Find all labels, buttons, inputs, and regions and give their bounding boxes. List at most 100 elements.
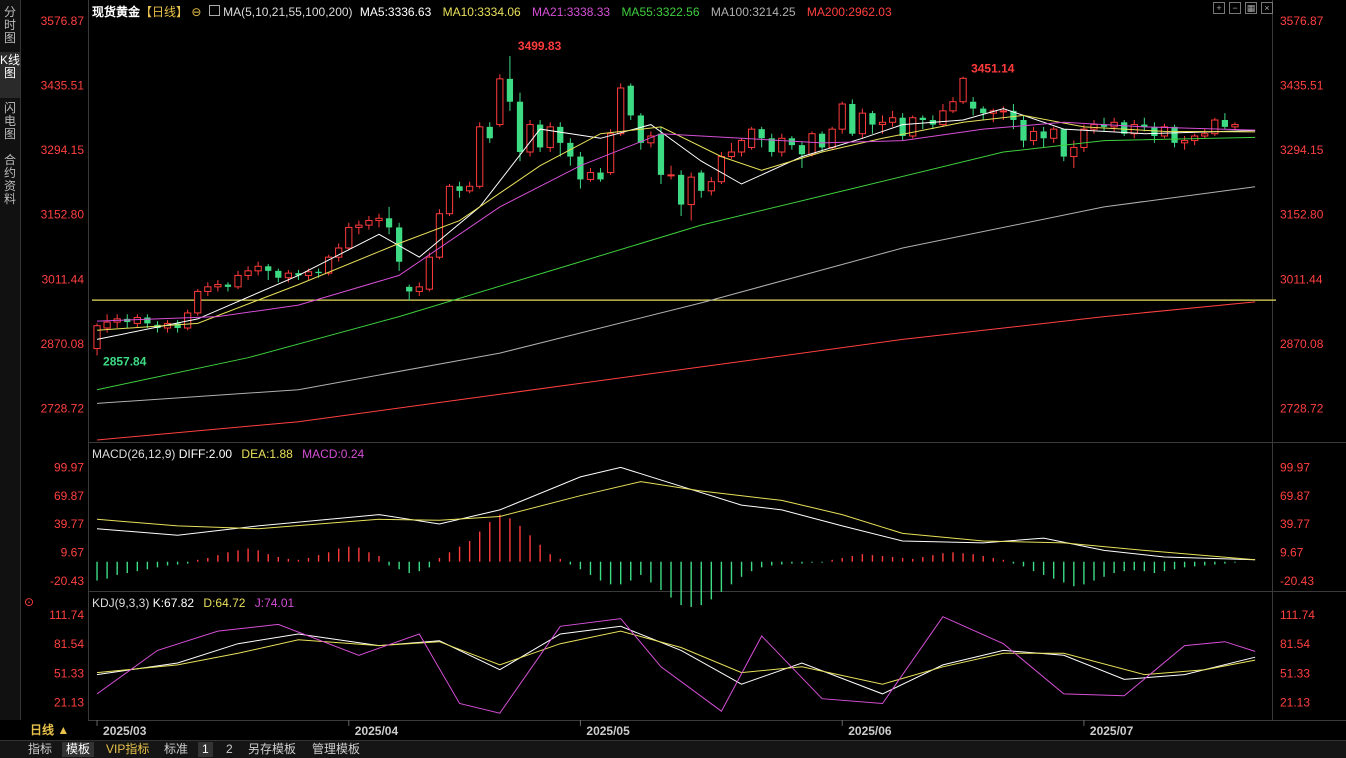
candle-body-up	[717, 156, 726, 183]
candle-body-up	[466, 185, 474, 192]
price-axis-label-right: 3294.15	[1280, 143, 1324, 157]
expand-icon[interactable]: ⊖	[191, 5, 201, 19]
candle-body-down	[627, 85, 634, 116]
candle-body-up	[858, 112, 866, 135]
candle-body-down	[818, 133, 826, 148]
kdj-title[interactable]: KDJ(9,3,3)	[92, 596, 149, 610]
close-icon[interactable]: ×	[1261, 2, 1273, 14]
kdj-d-line	[96, 630, 1256, 685]
tab-standard[interactable]: 标准	[160, 742, 192, 757]
candle-body-up	[1070, 146, 1078, 158]
price-axis-label-left: 3294.15	[41, 143, 85, 157]
period-selector[interactable]: 日线 ▲	[22, 722, 88, 739]
zoom-out-icon[interactable]: −	[1229, 2, 1241, 14]
kdj-axis-label-right: 21.13	[1280, 695, 1310, 709]
candle-body-up	[375, 217, 383, 222]
candle-body-down	[265, 266, 272, 271]
price-annotation-low: 2857.84	[103, 355, 147, 369]
tab-vip-indicators[interactable]: VIP指标	[102, 742, 153, 757]
kdj-j: J:74.01	[254, 596, 295, 610]
ma5-value: MA5:3336.63	[359, 5, 432, 19]
macd-axis-label-right: 99.97	[1280, 460, 1310, 474]
candle-body-up	[727, 151, 736, 158]
macd-panel	[96, 466, 1256, 607]
ma21-line	[96, 121, 1256, 322]
zoom-in-icon[interactable]: +	[1213, 2, 1225, 14]
candle-body-up	[93, 325, 101, 350]
candle-body-down	[657, 133, 665, 175]
candle-body-down	[698, 172, 705, 191]
macd-value: MACD:0.24	[302, 447, 365, 461]
tab-page-1[interactable]: 1	[198, 742, 213, 757]
layout-icon[interactable]: ▦	[1245, 2, 1257, 14]
candle-body-down	[577, 156, 584, 180]
kdj-header: KDJ(9,3,3) K:67.82 D:64.72 J:74.01	[92, 596, 294, 610]
kdj-panel	[96, 616, 1256, 714]
candle-body-up	[617, 87, 625, 135]
price-axis-label-left: 2870.08	[41, 337, 85, 351]
candle-body-down	[557, 126, 564, 143]
candle-body-down	[919, 117, 926, 120]
time-axis-label: 2025/05	[586, 724, 630, 738]
kdj-marker-icon[interactable]: ⊙	[24, 595, 34, 609]
candle-body-up	[133, 316, 141, 324]
tab-templates[interactable]: 模板	[62, 742, 95, 757]
ma-params[interactable]: MA(5,10,21,55,100,200)	[223, 5, 352, 19]
candle-body-up	[1080, 128, 1088, 148]
price-annotation-high2: 3451.14	[971, 61, 1015, 75]
kdj-axis-label-right: 51.33	[1280, 666, 1310, 680]
candle-body-down	[174, 323, 181, 328]
candle-body-up	[737, 140, 746, 153]
candle-body-up	[707, 181, 715, 192]
candle-body-up	[476, 126, 484, 187]
candle-body-down	[275, 270, 282, 278]
kline-chart[interactable]: 3576.87 3576.87 3435.51 3435.51 3294.15 3294.…	[0, 0, 1346, 740]
candle-body-down	[406, 286, 413, 292]
price-axis-label-right: 2728.72	[1280, 402, 1324, 416]
instrument-name: 现货黄金	[92, 5, 141, 19]
candle-body-up	[526, 124, 534, 153]
candle-body-up	[878, 121, 887, 126]
macd-axis-label-right: 69.87	[1280, 489, 1310, 503]
candle-body-up	[586, 172, 595, 180]
macd-axis-label-right: 39.77	[1280, 517, 1310, 531]
kdj-k-line	[96, 625, 1256, 695]
manage-templates-button[interactable]: 管理模板	[308, 742, 364, 757]
macd-diff: DIFF:2.00	[178, 447, 233, 461]
kdj-axis-label-left: 51.33	[54, 666, 84, 680]
macd-title[interactable]: MACD(26,12,9)	[92, 447, 175, 461]
candle-body-down	[456, 186, 463, 191]
candle-body-down	[758, 129, 765, 139]
candle-body-up	[959, 77, 967, 103]
kdj-axis-label-left: 21.13	[54, 695, 84, 709]
ma55-value: MA55:3322.56	[621, 5, 700, 19]
macd-axis-label-left: 39.77	[54, 517, 84, 531]
candle-body-up	[284, 272, 292, 279]
kdj-d: D:64.72	[203, 596, 246, 610]
candle-series	[93, 56, 1239, 356]
ma200-value: MA200:2962.03	[806, 5, 892, 19]
candle-body-down	[1040, 131, 1047, 139]
candle-body-up	[214, 284, 222, 288]
candle-body-down	[224, 284, 232, 287]
macd-axis-label-left: 9.67	[61, 546, 85, 560]
candle-body-up	[365, 220, 373, 226]
candle-body-up	[234, 274, 242, 288]
ma-settings-icon[interactable]	[208, 5, 220, 16]
candle-body-up	[999, 110, 1007, 113]
candle-body-down	[1020, 120, 1027, 141]
price-axis-label-right: 3152.80	[1280, 208, 1324, 222]
candle-body-down	[1060, 129, 1067, 157]
candle-body-up	[435, 213, 444, 258]
time-axis-label: 2025/07	[1090, 724, 1134, 738]
ma100-value: MA100:3214.25	[710, 5, 796, 19]
candle-body-up	[1231, 124, 1239, 128]
save-template-button[interactable]: 另存模板	[244, 742, 300, 757]
tab-page-2[interactable]: 2	[222, 742, 237, 757]
macd-dea-line	[96, 481, 1256, 561]
macd-axis-label-right: -20.43	[1280, 574, 1314, 588]
macd-diff-line	[96, 466, 1256, 561]
tab-indicators[interactable]: 指标	[24, 742, 56, 757]
candle-body-up	[1180, 140, 1189, 144]
price-annotation-high1: 3499.83	[518, 39, 562, 53]
